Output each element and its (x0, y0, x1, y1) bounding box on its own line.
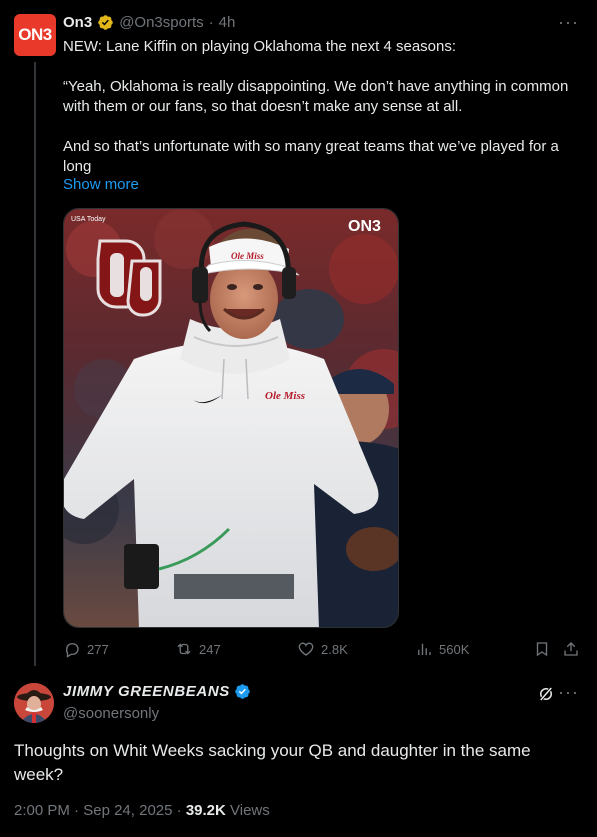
bookmark-button[interactable] (533, 640, 551, 658)
views-label: Views (230, 802, 270, 819)
like-count: 2.8K (321, 641, 348, 657)
author-handle[interactable]: @soonersonly (63, 705, 159, 722)
views-icon (418, 643, 431, 655)
separator-dot: · (176, 802, 182, 819)
heart-icon (298, 642, 314, 656)
tweet-meta: 2:00 PM · Sep 24, 2025 · 39.2K Views (14, 802, 270, 819)
lane-kiffin-photo: USA Today ON3 Ole Miss Ole Miss (64, 209, 398, 627)
cowboy-avatar-image (14, 683, 54, 723)
verified-gold-icon (98, 15, 113, 30)
tweet-paragraph: “Yeah, Oklahoma is really disappointing.… (63, 78, 569, 115)
like-button[interactable]: 2.8K (297, 640, 348, 658)
more-icon[interactable]: ··· (558, 682, 579, 703)
author-name[interactable]: On3 (63, 14, 92, 31)
author-handle[interactable]: @On3sports (119, 14, 203, 31)
reply-icon (65, 643, 79, 658)
quoted-tweet-text: NEW: Lane Kiffin on playing Oklahoma the… (63, 37, 583, 177)
separator-dot: · (74, 802, 80, 819)
share-button[interactable] (562, 640, 580, 658)
bookmark-icon (536, 642, 548, 657)
show-more-link[interactable]: Show more (63, 176, 139, 193)
views-button[interactable]: 560K (415, 640, 469, 658)
shirt-logo: Ole Miss (265, 390, 305, 402)
repost-button[interactable]: 247 (175, 640, 221, 658)
verified-blue-icon (235, 684, 250, 699)
author-name[interactable]: JIMMY GREENBEANS (63, 683, 230, 700)
on3-avatar[interactable]: ON3 (14, 14, 56, 56)
jimmy-greenbeans-avatar[interactable] (14, 683, 54, 723)
quoted-tweet-actions: 277 247 2.8K 560K (63, 640, 583, 662)
reply-count: 277 (87, 641, 109, 657)
main-author-row: JIMMY GREENBEANS (63, 683, 251, 700)
on3-watermark: ON3 (348, 218, 381, 235)
tweet-date[interactable]: Sep 24, 2025 (83, 802, 172, 819)
tweet-paragraph: NEW: Lane Kiffin on playing Oklahoma the… (63, 38, 457, 55)
repost-icon (177, 643, 191, 655)
repost-count: 247 (199, 641, 221, 657)
reply-button[interactable]: 277 (63, 640, 109, 658)
tweet-paragraph: And so that’s unfortunate with so many g… (63, 138, 559, 175)
visor-logo: Ole Miss (231, 251, 264, 261)
tweet-time[interactable]: 4h (219, 14, 236, 31)
tweet-time[interactable]: 2:00 PM (14, 802, 70, 819)
more-icon[interactable]: ··· (558, 12, 579, 33)
quoted-tweet-header: On3 @On3sports · 4h (63, 14, 235, 31)
thread-line (34, 62, 36, 666)
main-tweet-text: Thoughts on Whit Weeks sacking your QB a… (14, 741, 531, 784)
tweet-photo[interactable]: USA Today ON3 Ole Miss Ole Miss (63, 208, 399, 628)
views-count: 560K (439, 641, 470, 657)
separator-dot: · (208, 14, 214, 31)
share-icon (564, 642, 578, 656)
grok-icon[interactable] (537, 685, 555, 703)
photo-credit: USA Today (71, 216, 106, 223)
views-count[interactable]: 39.2K (186, 802, 226, 819)
